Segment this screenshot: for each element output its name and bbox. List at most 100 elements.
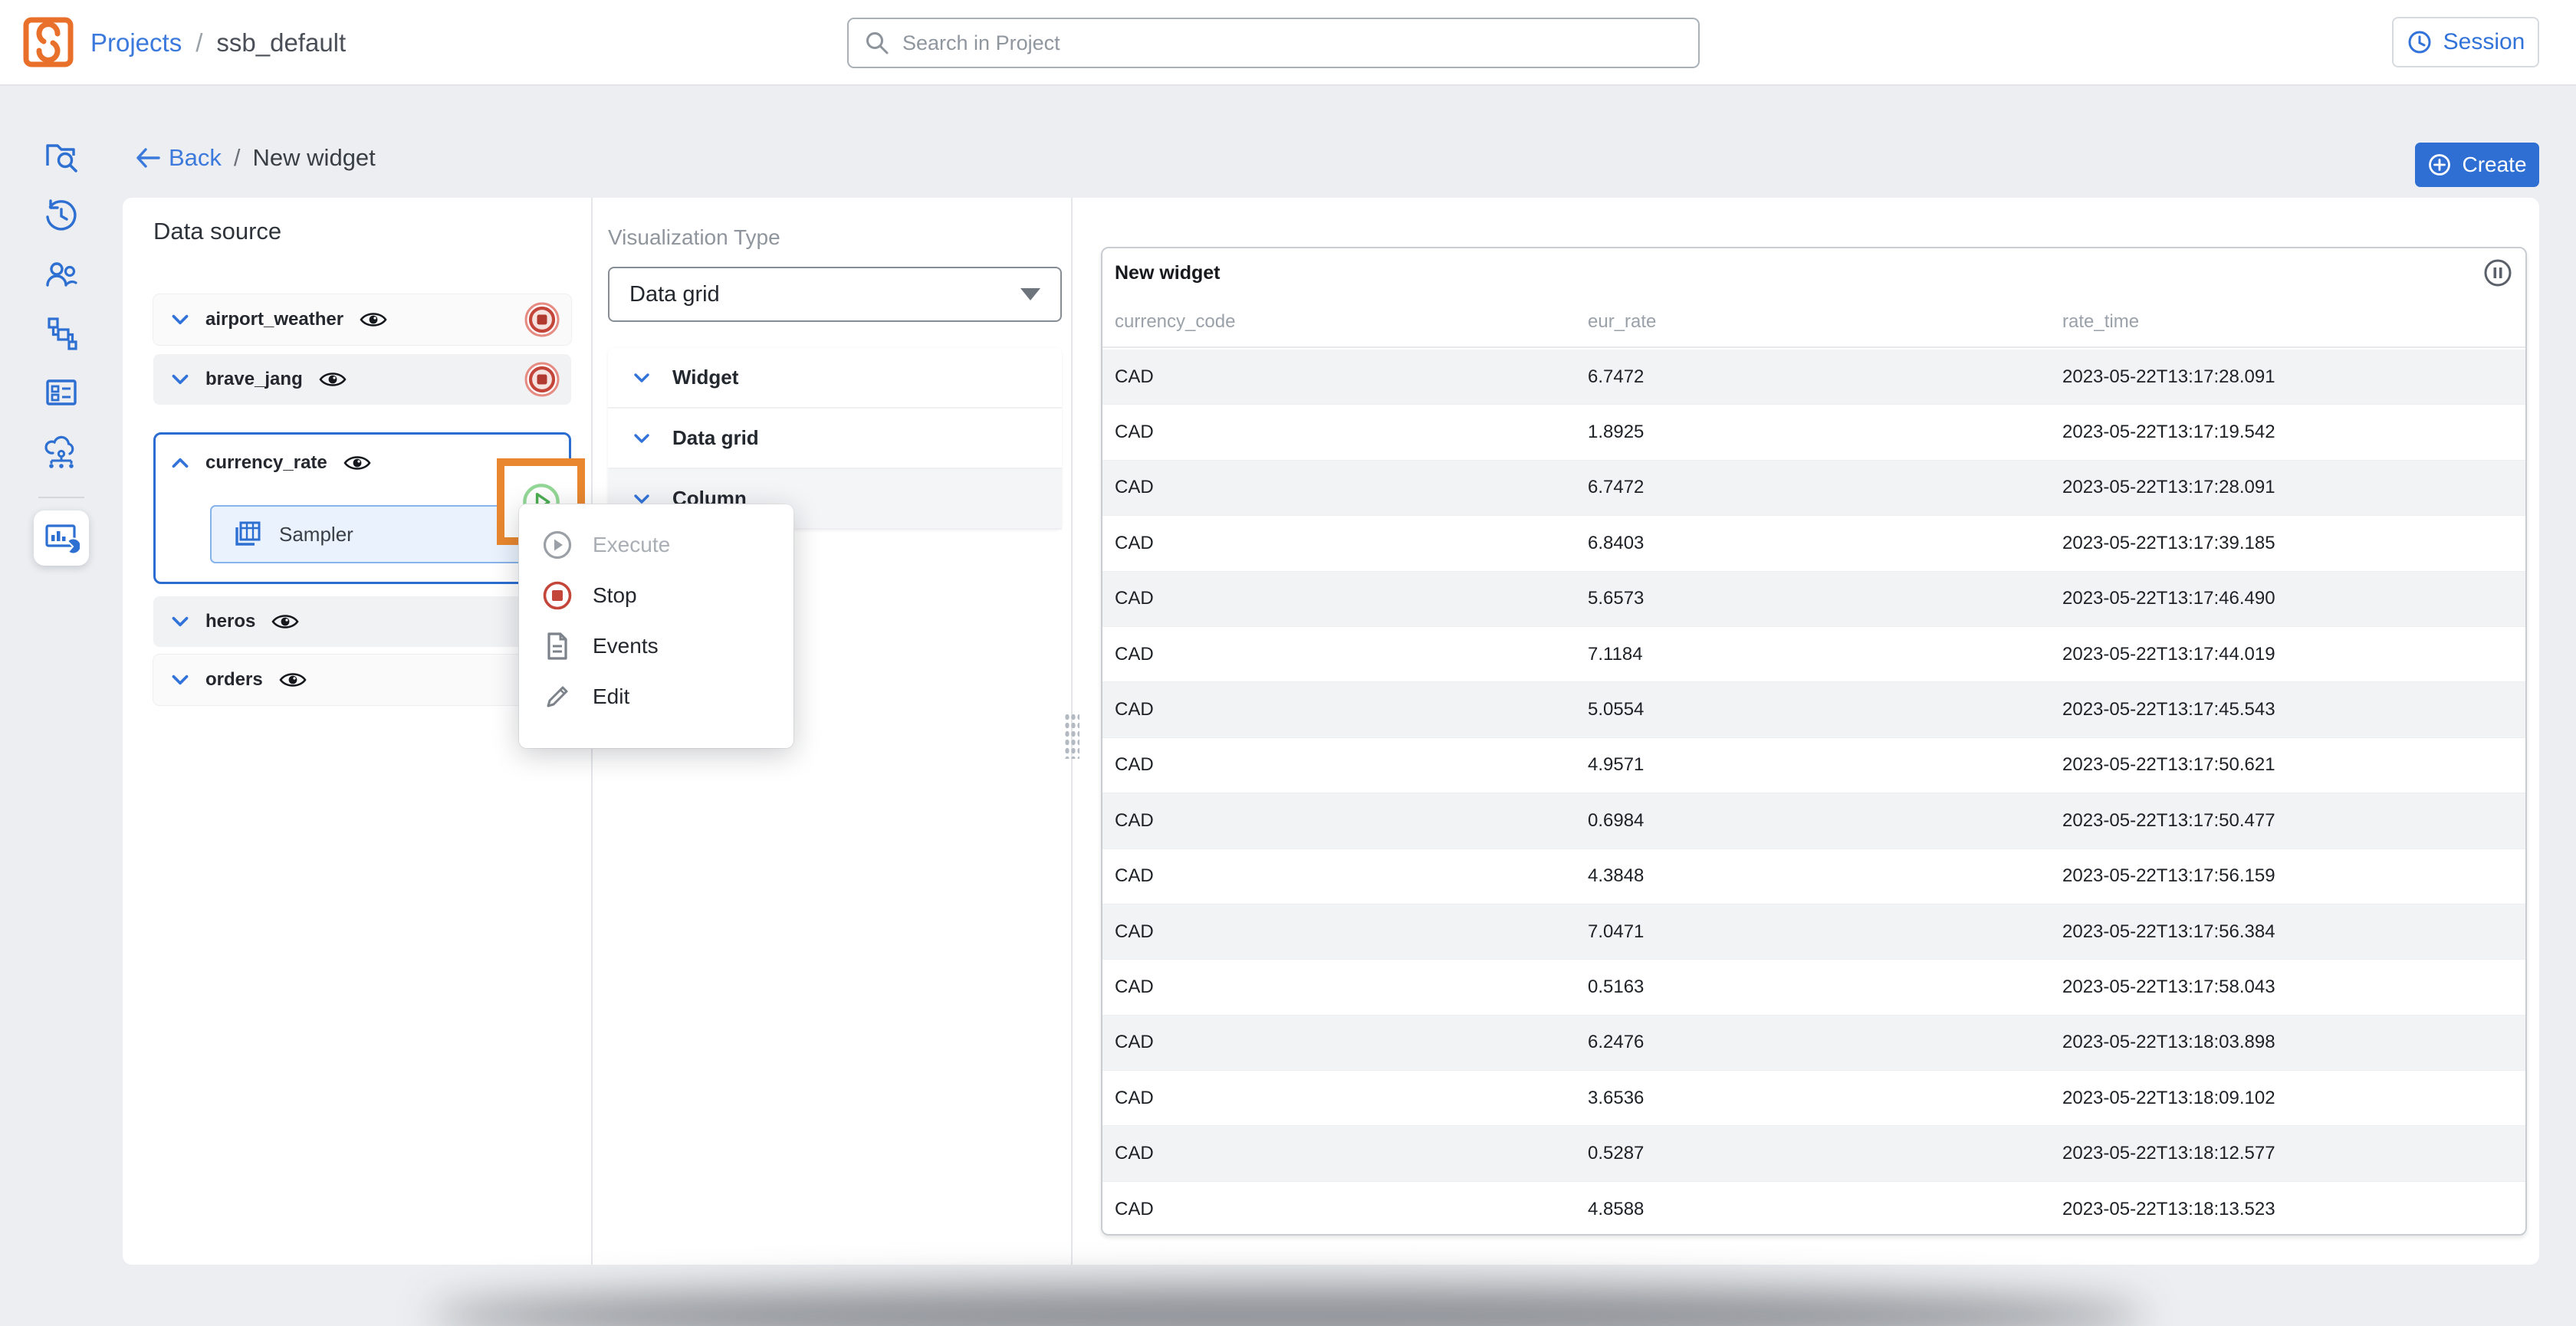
table-row[interactable]: CAD 0.6984 2023-05-22T13:17:50.477 xyxy=(1102,793,2525,848)
tables-icon[interactable] xyxy=(43,374,80,411)
table-row[interactable]: CAD 4.3848 2023-05-22T13:17:56.159 xyxy=(1102,849,2525,904)
tree-item-label: brave_jang xyxy=(205,369,303,390)
table-row[interactable]: CAD 6.7472 2023-05-22T13:17:28.091 xyxy=(1102,350,2525,405)
create-button[interactable]: Create xyxy=(2415,143,2539,187)
pause-icon[interactable] xyxy=(2482,258,2513,288)
table-row[interactable]: CAD 4.9571 2023-05-22T13:17:50.621 xyxy=(1102,738,2525,793)
pencil-icon xyxy=(542,681,573,712)
cell-rate-time: 2023-05-22T13:17:56.384 xyxy=(2050,921,2525,943)
cell-eur-rate: 5.6573 xyxy=(1576,588,2050,609)
breadcrumb-projects-link[interactable]: Projects xyxy=(90,28,182,57)
eye-icon[interactable] xyxy=(271,611,300,632)
table-row[interactable]: CAD 0.5163 2023-05-22T13:17:58.043 xyxy=(1102,960,2525,1015)
eye-icon[interactable] xyxy=(278,669,307,691)
cell-eur-rate: 6.8403 xyxy=(1576,533,2050,554)
search-icon xyxy=(864,30,890,56)
cloud-connections-icon[interactable] xyxy=(43,433,80,470)
table-row[interactable]: CAD 1.8925 2023-05-22T13:17:19.542 xyxy=(1102,405,2525,460)
chevron-down-icon xyxy=(631,428,652,449)
tree-item-airport-weather[interactable]: airport_weather xyxy=(153,294,571,345)
tree-item-label: airport_weather xyxy=(205,309,343,330)
session-button[interactable]: Session xyxy=(2392,17,2539,67)
plus-circle-icon xyxy=(2427,153,2452,177)
cell-eur-rate: 4.8588 xyxy=(1576,1199,2050,1220)
cell-rate-time: 2023-05-22T13:17:44.019 xyxy=(2050,644,2525,665)
sidebar-item-dashboards-active[interactable] xyxy=(34,510,89,566)
app-root: { "colors": { "accent_blue": "#2F6FD3", … xyxy=(0,0,2576,1326)
stop-circle-icon xyxy=(542,580,573,611)
chevron-down-icon[interactable] xyxy=(169,308,192,331)
table-row[interactable]: CAD 7.1184 2023-05-22T13:17:44.019 xyxy=(1102,627,2525,682)
project-explorer-icon[interactable] xyxy=(43,138,80,175)
panel-resize-handle[interactable] xyxy=(1064,713,1079,759)
table-row[interactable]: CAD 4.8588 2023-05-22T13:18:13.523 xyxy=(1102,1182,2525,1236)
breadcrumb-separator: / xyxy=(196,28,202,57)
accordion-section-widget[interactable]: Widget xyxy=(608,348,1062,409)
cell-eur-rate: 4.3848 xyxy=(1576,865,2050,887)
eye-icon[interactable] xyxy=(359,309,388,330)
chevron-down-icon[interactable] xyxy=(169,668,192,691)
clock-icon xyxy=(2407,29,2433,55)
menu-item-edit[interactable]: Edit xyxy=(519,671,794,722)
cell-rate-time: 2023-05-22T13:17:56.159 xyxy=(2050,865,2525,887)
cell-eur-rate: 0.6984 xyxy=(1576,810,2050,832)
column-header-rate-time[interactable]: rate_time xyxy=(2050,311,2525,333)
back-link[interactable]: Back xyxy=(135,144,222,172)
back-arrow-icon xyxy=(135,146,161,169)
stop-job-button[interactable] xyxy=(524,301,560,338)
breadcrumb-project-name: ssb_default xyxy=(216,28,346,57)
table-row[interactable]: CAD 5.6573 2023-05-22T13:17:46.490 xyxy=(1102,572,2525,627)
ssb-logo-icon[interactable] xyxy=(23,17,74,67)
chevron-down-icon[interactable] xyxy=(169,610,192,633)
cell-rate-time: 2023-05-22T13:17:39.185 xyxy=(2050,533,2525,554)
cell-rate-time: 2023-05-22T13:18:13.523 xyxy=(2050,1199,2525,1220)
cell-currency-code: CAD xyxy=(1102,366,1576,388)
menu-item-execute[interactable]: Execute xyxy=(519,520,794,570)
users-icon[interactable] xyxy=(43,256,80,293)
table-row[interactable]: CAD 6.2476 2023-05-22T13:18:03.898 xyxy=(1102,1016,2525,1071)
cell-rate-time: 2023-05-22T13:18:03.898 xyxy=(2050,1032,2525,1053)
chevron-down-icon xyxy=(631,367,652,389)
table-row[interactable]: CAD 7.0471 2023-05-22T13:17:56.384 xyxy=(1102,904,2525,960)
accordion-section-data-grid[interactable]: Data grid xyxy=(608,409,1062,469)
table-row[interactable]: CAD 6.8403 2023-05-22T13:17:39.185 xyxy=(1102,516,2525,571)
stop-job-button[interactable] xyxy=(524,361,560,398)
column-header-currency-code[interactable]: currency_code xyxy=(1102,311,1576,333)
page-title: New widget xyxy=(253,144,376,172)
chevron-down-icon[interactable] xyxy=(169,368,192,391)
column-header-eur-rate[interactable]: eur_rate xyxy=(1576,311,2050,333)
cell-currency-code: CAD xyxy=(1102,1088,1576,1109)
job-flow-icon[interactable] xyxy=(43,315,80,352)
cell-rate-time: 2023-05-22T13:17:19.542 xyxy=(2050,422,2525,443)
cell-currency-code: CAD xyxy=(1102,477,1576,498)
widget-title: New widget xyxy=(1115,262,1221,284)
document-icon xyxy=(542,631,573,661)
eye-icon[interactable] xyxy=(343,452,372,474)
cell-rate-time: 2023-05-22T13:18:12.577 xyxy=(2050,1143,2525,1164)
cell-eur-rate: 0.5163 xyxy=(1576,976,2050,998)
search-input[interactable]: Search in Project xyxy=(847,18,1700,68)
visualization-type-select[interactable]: Data grid xyxy=(608,267,1062,322)
tree-item-heros[interactable]: heros xyxy=(153,596,571,647)
eye-icon[interactable] xyxy=(318,369,347,390)
tree-item-orders[interactable]: orders xyxy=(153,655,571,705)
table-row[interactable]: CAD 6.7472 2023-05-22T13:17:28.091 xyxy=(1102,461,2525,516)
breadcrumb: Projects / ssb_default xyxy=(90,0,346,86)
menu-item-events[interactable]: Events xyxy=(519,621,794,671)
data-source-heading: Data source xyxy=(153,218,281,245)
history-icon[interactable] xyxy=(43,197,80,234)
main-content: Data source airport_weather brave_jang xyxy=(123,198,2539,1265)
cell-eur-rate: 0.5287 xyxy=(1576,1143,2050,1164)
chevron-up-icon[interactable] xyxy=(169,451,192,474)
tree-item-brave-jang[interactable]: brave_jang xyxy=(153,354,571,405)
cell-rate-time: 2023-05-22T13:17:50.477 xyxy=(2050,810,2525,832)
job-context-menu: Execute Stop Events Edit xyxy=(519,504,794,748)
table-row[interactable]: CAD 5.0554 2023-05-22T13:17:45.543 xyxy=(1102,682,2525,737)
menu-item-stop[interactable]: Stop xyxy=(519,570,794,621)
table-row[interactable]: CAD 3.6536 2023-05-22T13:18:09.102 xyxy=(1102,1071,2525,1126)
cell-currency-code: CAD xyxy=(1102,1199,1576,1220)
cell-currency-code: CAD xyxy=(1102,810,1576,832)
table-body: CAD 6.7472 2023-05-22T13:17:28.091 CAD 1… xyxy=(1102,350,2525,1234)
cell-rate-time: 2023-05-22T13:17:28.091 xyxy=(2050,366,2525,388)
table-row[interactable]: CAD 0.5287 2023-05-22T13:18:12.577 xyxy=(1102,1126,2525,1181)
